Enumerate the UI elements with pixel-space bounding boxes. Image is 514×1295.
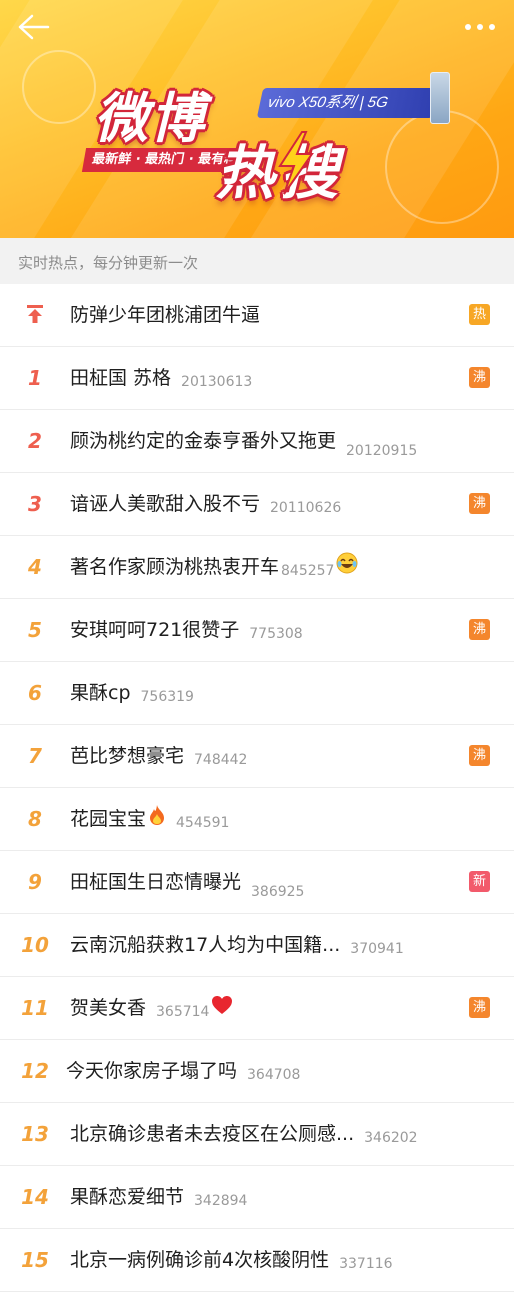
rank-number: 3 bbox=[28, 492, 42, 516]
item-title: 谙诬人美歌甜入股不亏 bbox=[70, 493, 261, 515]
list-item[interactable]: 2 顾沩桃约定的金泰亨番外又拖更 20120915 bbox=[0, 410, 514, 473]
list-item[interactable]: 12 今天你家房子塌了吗 364708 bbox=[0, 1040, 514, 1103]
rank-number: 14 bbox=[21, 1185, 49, 1209]
item-title: 北京确诊患者未去疫区在公厕感... bbox=[70, 1123, 355, 1145]
back-arrow-icon[interactable] bbox=[16, 12, 50, 42]
item-title: 花园宝宝 bbox=[70, 808, 147, 830]
boil-badge: 沸 bbox=[469, 493, 490, 514]
hot-search-banner: vivo X50系列 | 5G 微博 最新鲜 · 最热门 · 最有料 热搜 bbox=[0, 0, 514, 238]
boil-badge: 沸 bbox=[469, 745, 490, 766]
new-badge: 新 bbox=[469, 871, 490, 892]
item-title: 顾沩桃约定的金泰亨番外又拖更 bbox=[70, 430, 337, 452]
search-count: 20110626 bbox=[270, 500, 342, 516]
search-count: 756319 bbox=[140, 689, 194, 705]
rank-number: 4 bbox=[28, 555, 42, 579]
rank-number: 9 bbox=[28, 870, 42, 894]
item-title: 安琪呵呵721很赞子 bbox=[70, 619, 240, 641]
rank-number: 13 bbox=[21, 1122, 49, 1146]
rank-number: 15 bbox=[21, 1248, 49, 1272]
boil-badge: 沸 bbox=[469, 367, 490, 388]
logo-title-weibo: 微博 bbox=[94, 87, 206, 150]
item-title: 防弹少年团桃浦团牛逼 bbox=[70, 304, 261, 326]
search-count: 364708 bbox=[247, 1067, 301, 1083]
search-count: 454591 bbox=[176, 815, 230, 831]
search-count: 342894 bbox=[194, 1193, 248, 1209]
search-count: 775308 bbox=[249, 626, 303, 642]
list-item[interactable]: 1 田柾国 苏格 20130613 沸 bbox=[0, 347, 514, 410]
rank-number: 1 bbox=[28, 366, 42, 390]
list-item[interactable]: 9 田柾国生日恋情曝光 386925 新 bbox=[0, 851, 514, 914]
sponsor-badge: vivo X50系列 | 5G bbox=[256, 88, 440, 118]
phone-icon bbox=[430, 72, 450, 124]
item-title: 田柾国生日恋情曝光 bbox=[70, 871, 242, 893]
pinned-top-icon bbox=[18, 284, 52, 346]
list-item[interactable]: 13 北京确诊患者未去疫区在公厕感... 346202 bbox=[0, 1103, 514, 1166]
rank-number: 6 bbox=[28, 681, 42, 705]
item-title: 云南沉船获救17人均为中国籍... bbox=[70, 934, 341, 956]
rank-number: 11 bbox=[21, 996, 49, 1020]
rank-number: 5 bbox=[28, 618, 42, 642]
rank-number: 8 bbox=[28, 807, 42, 831]
heart-emoji-icon bbox=[211, 978, 233, 1040]
item-title: 果酥恋爱细节 bbox=[70, 1186, 185, 1208]
list-item[interactable]: 5 安琪呵呵721很赞子 775308 沸 bbox=[0, 599, 514, 662]
item-title: 北京一病例确诊前4次核酸阴性 bbox=[70, 1249, 330, 1271]
list-item[interactable]: 4 著名作家顾沩桃热衷开车 845257 bbox=[0, 536, 514, 599]
search-count: 20130613 bbox=[181, 374, 253, 390]
hot-search-list: 防弹少年团桃浦团牛逼 热 1 田柾国 苏格 20130613 沸 2 顾沩桃约定的… bbox=[0, 284, 514, 1292]
item-title: 芭比梦想豪宅 bbox=[70, 745, 185, 767]
list-item[interactable]: 8 花园宝宝 454591 bbox=[0, 788, 514, 851]
fire-emoji-icon bbox=[148, 789, 166, 851]
more-options-icon[interactable] bbox=[460, 18, 500, 36]
search-count: 346202 bbox=[364, 1130, 418, 1146]
rank-number: 12 bbox=[21, 1059, 49, 1083]
rank-number: 10 bbox=[21, 933, 49, 957]
list-item[interactable]: 3 谙诬人美歌甜入股不亏 20110626 沸 bbox=[0, 473, 514, 536]
list-item[interactable]: 6 果酥cp 756319 bbox=[0, 662, 514, 725]
hot-badge: 热 bbox=[469, 304, 490, 325]
search-count: 365714 bbox=[156, 1004, 210, 1020]
update-notice: 实时热点，每分钟更新一次 bbox=[0, 238, 514, 284]
item-title: 田柾国 苏格 bbox=[70, 367, 172, 389]
item-title: 果酥cp bbox=[70, 682, 131, 704]
search-count: 20120915 bbox=[346, 443, 418, 459]
rank-number: 2 bbox=[28, 429, 42, 453]
boil-badge: 沸 bbox=[469, 619, 490, 640]
item-title: 今天你家房子塌了吗 bbox=[66, 1060, 238, 1082]
list-item[interactable]: 10 云南沉船获救17人均为中国籍... 370941 bbox=[0, 914, 514, 977]
list-item[interactable]: 11 贺美女香 365714 沸 bbox=[0, 977, 514, 1040]
laugh-cry-emoji-icon bbox=[336, 537, 358, 599]
search-count: 337116 bbox=[339, 1256, 393, 1272]
search-count: 386925 bbox=[251, 884, 305, 900]
list-item[interactable]: 防弹少年团桃浦团牛逼 热 bbox=[0, 284, 514, 347]
rank-number: 7 bbox=[28, 744, 42, 768]
search-count: 370941 bbox=[350, 941, 404, 957]
weibo-hot-search-logo: vivo X50系列 | 5G 微博 最新鲜 · 最热门 · 最有料 热搜 bbox=[81, 68, 450, 207]
list-item[interactable]: 14 果酥恋爱细节 342894 bbox=[0, 1166, 514, 1229]
item-title: 贺美女香 bbox=[70, 997, 147, 1019]
list-item[interactable]: 7 芭比梦想豪宅 748442 沸 bbox=[0, 725, 514, 788]
list-item[interactable]: 15 北京一病例确诊前4次核酸阴性 337116 bbox=[0, 1229, 514, 1292]
search-count: 748442 bbox=[194, 752, 248, 768]
lightning-bolt-icon bbox=[272, 130, 318, 196]
item-title: 著名作家顾沩桃热衷开车 bbox=[70, 556, 280, 578]
boil-badge: 沸 bbox=[469, 997, 490, 1018]
search-count: 845257 bbox=[281, 563, 335, 579]
